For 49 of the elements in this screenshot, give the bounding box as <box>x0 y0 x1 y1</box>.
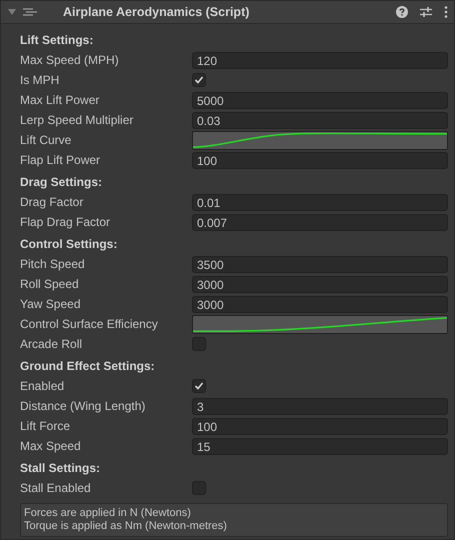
field-label: Lift Curve <box>20 133 72 147</box>
field-label: Drag Factor <box>20 195 84 209</box>
component-title: Airplane Aerodynamics (Script) <box>63 5 250 19</box>
number-field[interactable]: 0.007 <box>192 214 448 230</box>
curve-field[interactable] <box>192 130 448 150</box>
section-heading: Lift Settings: <box>20 32 94 49</box>
field-label: Distance (Wing Length) <box>20 399 146 413</box>
field-label: Yaw Speed <box>20 297 82 311</box>
field-label: Max Lift Power <box>20 93 100 107</box>
curve-field[interactable] <box>192 314 448 334</box>
number-field[interactable]: 3000 <box>192 276 448 292</box>
field-label: Control Surface Efficiency <box>20 317 159 331</box>
field-label: Roll Speed <box>20 277 80 291</box>
settings-icon[interactable] <box>420 6 432 18</box>
field-label: Flap Drag Factor <box>20 215 112 229</box>
checkbox[interactable] <box>192 379 206 393</box>
field-label: Pitch Speed <box>20 257 86 271</box>
section-heading: Control Settings: <box>20 236 118 253</box>
section-heading: Ground Effect Settings: <box>20 358 156 375</box>
more-options-icon[interactable] <box>444 6 448 18</box>
checkmark-icon <box>194 381 204 391</box>
number-field[interactable]: 100 <box>192 152 448 168</box>
checkmark-icon <box>194 75 204 85</box>
section-heading: Drag Settings: <box>20 174 104 191</box>
field-label: Lift Force <box>20 419 72 433</box>
help-text: Torque is applied as Nm (Newton-metres) <box>24 520 228 533</box>
number-field[interactable]: 3500 <box>192 256 448 272</box>
field-label: Arcade Roll <box>20 337 84 351</box>
number-field[interactable]: 3 <box>192 398 448 414</box>
help-icon[interactable] <box>396 6 408 18</box>
number-field[interactable]: 0.01 <box>192 194 448 210</box>
number-field[interactable]: 100 <box>192 418 448 434</box>
number-field[interactable]: 120 <box>192 52 448 68</box>
number-field[interactable]: 3000 <box>192 296 448 312</box>
section-heading: Stall Settings: <box>20 460 102 477</box>
number-field[interactable]: 15 <box>192 438 448 454</box>
number-field[interactable]: 5000 <box>192 92 448 108</box>
field-label: Max Speed (MPH) <box>20 53 120 67</box>
checkbox[interactable] <box>192 73 206 87</box>
field-label: Enabled <box>20 379 66 393</box>
number-field[interactable]: 0.03 <box>192 112 448 128</box>
field-label: Stall Enabled <box>20 481 92 495</box>
script-icon <box>23 7 39 17</box>
help-text: Forces are applied in N (Newtons) <box>24 507 192 520</box>
field-label: Lerp Speed Multiplier <box>20 113 134 127</box>
field-label: Is MPH <box>20 73 60 87</box>
field-label: Max Speed <box>20 439 82 453</box>
foldout-arrow-icon[interactable] <box>7 7 17 17</box>
field-label: Flap Lift Power <box>20 153 102 167</box>
